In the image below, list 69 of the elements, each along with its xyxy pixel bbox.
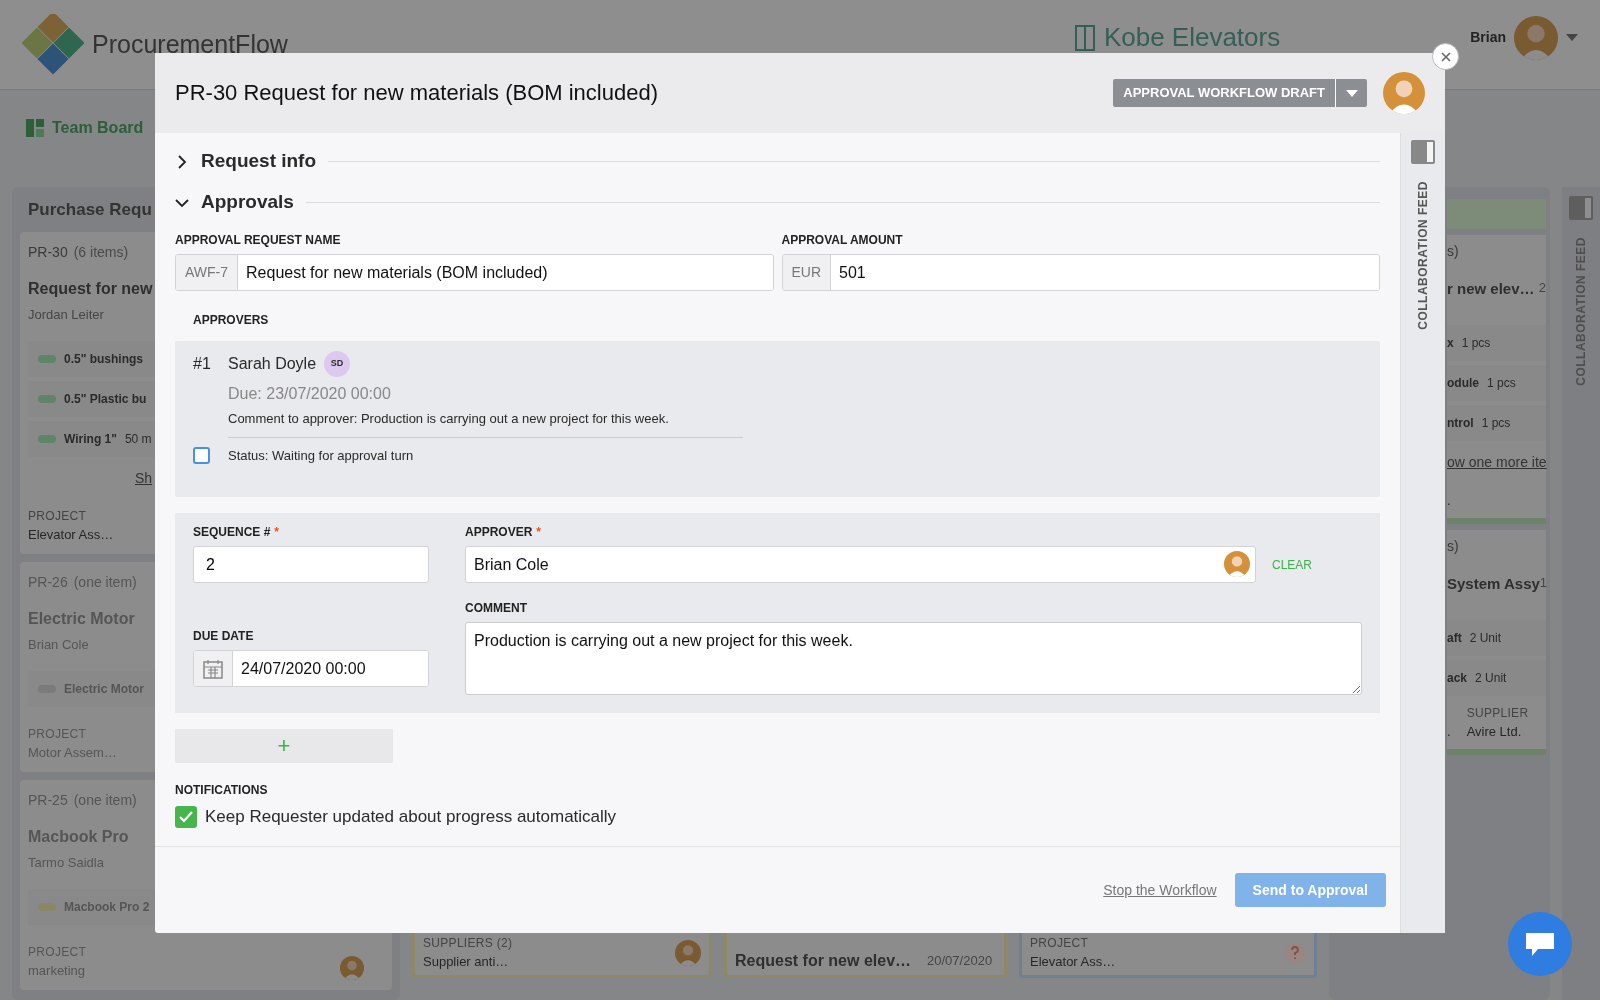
card-date: 20/07/2020 <box>927 952 993 971</box>
status-text: Status: Waiting for approval turn <box>228 446 414 465</box>
approver-name: Sarah Doyle <box>228 354 317 374</box>
initials-avatar: SD <box>324 351 351 377</box>
field-label: PROJECT <box>1030 935 1089 953</box>
field-value: Supplier anti… <box>423 953 509 972</box>
app-name: ProcurementFlow <box>92 28 288 60</box>
due-date: Due: 23/07/2020 00:00 <box>228 384 392 404</box>
card-id: PR-25 (one item) <box>28 791 137 810</box>
approver-comment: Comment to approver: Production is carrying out a new project for this week. <box>228 409 743 438</box>
field-label: SUPPLIER <box>1466 704 1529 722</box>
card-id: PR-26 (one item) <box>28 573 137 592</box>
card-title: Request for new elev… <box>735 951 912 971</box>
field-value: Motor Assem… <box>28 743 117 762</box>
column-title: Purchase Requ <box>27 199 153 221</box>
field-value: marketing <box>28 961 86 980</box>
requester-name: Jordan Leiter <box>28 306 104 324</box>
item-name: 0.5" bushings <box>64 350 144 368</box>
company-name: Kobe Elevators <box>1103 21 1281 54</box>
field-label: SUPPLIERS (2) <box>423 935 513 953</box>
field-label: DUE DATE <box>193 628 254 645</box>
item-name: ack <box>1447 669 1468 687</box>
section-label: NOTIFICATIONS <box>175 782 268 799</box>
item-quantity: 1 pcs <box>1461 334 1491 352</box>
field-value: Elevator Ass… <box>28 525 114 544</box>
field-label: APPROVAL REQUEST NAME <box>175 232 342 249</box>
field-label: PROJECT <box>28 725 87 743</box>
card-date: 2 <box>1538 279 1546 297</box>
required-mark: * <box>274 525 280 539</box>
field-label: APPROVER * <box>465 524 542 541</box>
item-name: Wiring 1" <box>64 430 117 448</box>
card-title: r new elev… <box>1447 279 1535 299</box>
section-label: APPROVERS <box>193 312 269 329</box>
approver-number: #1 <box>193 354 212 374</box>
field-label: SEQUENCE # * <box>193 524 280 541</box>
input-prefix: EUR <box>782 255 832 290</box>
item-name: x <box>1447 334 1454 352</box>
card-date: 1 <box>1539 574 1548 590</box>
item-quantity: 2 Unit <box>1469 629 1502 647</box>
field-value: Avire Ltd. <box>1466 722 1522 741</box>
card-id: PR-30 (6 items) <box>28 243 129 262</box>
field-label: COMMENT <box>465 600 527 617</box>
required-mark: * <box>536 525 542 539</box>
field-label: PROJECT <box>28 507 87 525</box>
item-quantity: 1 pcs <box>1487 374 1516 392</box>
card-title: System Assy <box>1447 574 1540 594</box>
item-name: odule <box>1447 374 1479 392</box>
card-id: s) <box>1447 537 1459 556</box>
field-label: APPROVAL AMOUNT <box>781 232 904 249</box>
card-title: Macbook Pro <box>28 827 129 847</box>
card-id: s) <box>1447 242 1459 261</box>
requester-name: Tarmo Saidla <box>28 854 104 872</box>
input-prefix: AWF-7 <box>176 255 239 290</box>
field-value: Elevator Ass… <box>1030 953 1116 972</box>
item-name: 0.5" Plastic bu <box>64 390 147 408</box>
item-quantity: 2 Unit <box>1475 669 1507 687</box>
field-value: . <box>1447 722 1451 741</box>
user-name: Brian <box>1470 28 1506 47</box>
checkbox-label: Keep Requester updated about progress automatically <box>205 806 617 828</box>
card-title: Request for new <box>28 279 153 299</box>
modal-title: PR-30 Request for new materials (BOM included) <box>175 79 658 107</box>
item-name: ntrol <box>1447 414 1474 432</box>
item-name: aft <box>1447 629 1462 647</box>
field-value: . <box>1447 491 1451 510</box>
item-quantity: 1 pcs <box>1481 414 1511 432</box>
card-title: Electric Motor <box>28 609 135 629</box>
requester-name: Brian Cole <box>28 636 89 654</box>
field-label: PROJECT <box>28 943 87 961</box>
item-quantity: 50 m <box>124 430 152 448</box>
